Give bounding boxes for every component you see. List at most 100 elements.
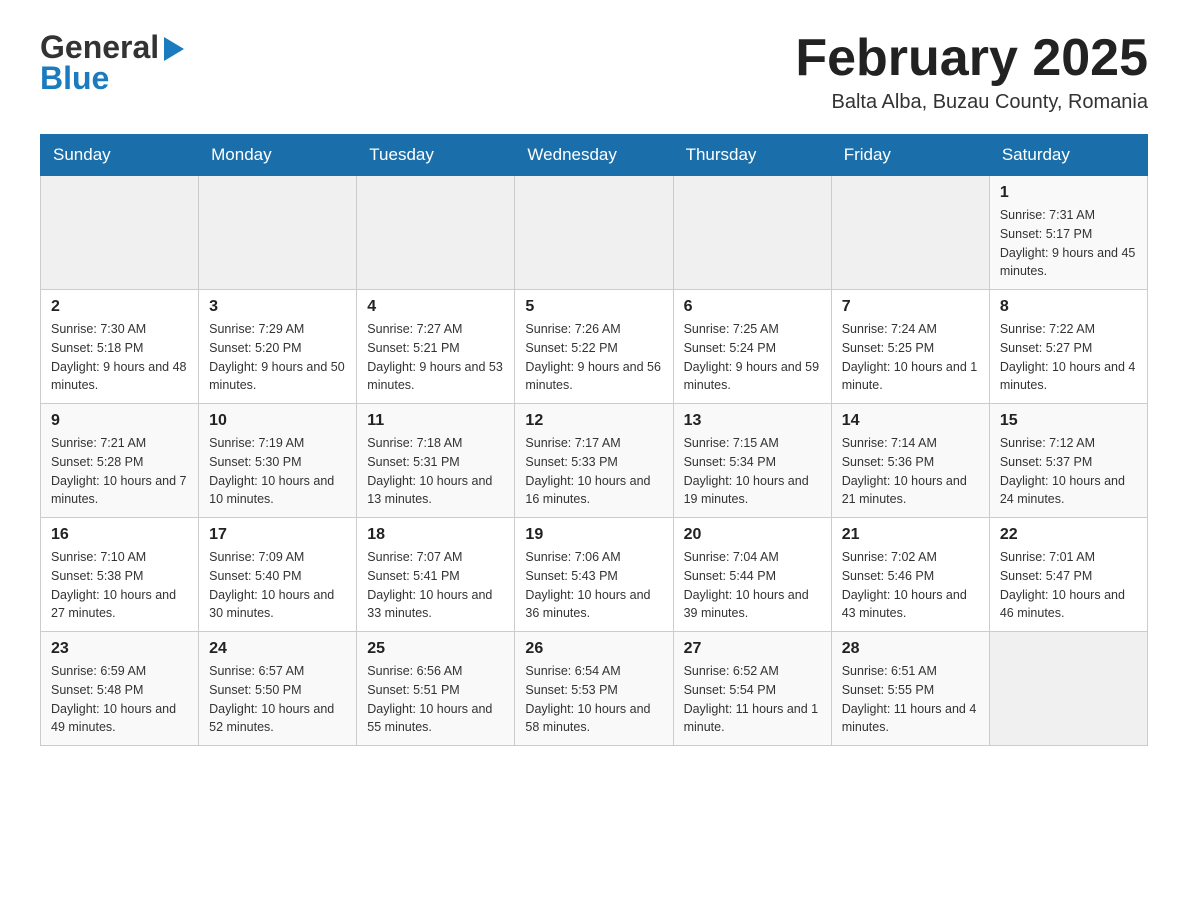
calendar-week-row: 1 Sunrise: 7:31 AMSunset: 5:17 PMDaylight… — [41, 176, 1148, 290]
location: Balta Alba, Buzau County, Romania — [795, 91, 1148, 114]
day-number: 11 — [367, 412, 504, 430]
calendar-cell — [199, 176, 357, 290]
calendar-header-row: SundayMondayTuesdayWednesdayThursdayFrid… — [41, 135, 1148, 176]
calendar-cell: 1 Sunrise: 7:31 AMSunset: 5:17 PMDaylight… — [989, 176, 1147, 290]
day-info: Sunrise: 6:54 AMSunset: 5:53 PMDaylight:… — [525, 662, 662, 737]
day-info: Sunrise: 7:24 AMSunset: 5:25 PMDaylight:… — [842, 320, 979, 395]
weekday-header-wednesday: Wednesday — [515, 135, 673, 176]
day-info: Sunrise: 7:30 AMSunset: 5:18 PMDaylight:… — [51, 320, 188, 395]
calendar-cell — [41, 176, 199, 290]
day-number: 13 — [684, 412, 821, 430]
day-number: 23 — [51, 640, 188, 658]
logo-blue: Blue — [40, 61, 109, 96]
calendar-cell: 16 Sunrise: 7:10 AMSunset: 5:38 PMDayligh… — [41, 518, 199, 632]
calendar-cell: 6 Sunrise: 7:25 AMSunset: 5:24 PMDaylight… — [673, 290, 831, 404]
calendar-cell: 12 Sunrise: 7:17 AMSunset: 5:33 PMDayligh… — [515, 404, 673, 518]
calendar-cell: 2 Sunrise: 7:30 AMSunset: 5:18 PMDaylight… — [41, 290, 199, 404]
day-info: Sunrise: 7:25 AMSunset: 5:24 PMDaylight:… — [684, 320, 821, 395]
day-number: 2 — [51, 298, 188, 316]
day-number: 1 — [1000, 184, 1137, 202]
weekday-header-thursday: Thursday — [673, 135, 831, 176]
day-info: Sunrise: 7:12 AMSunset: 5:37 PMDaylight:… — [1000, 434, 1137, 509]
day-number: 6 — [684, 298, 821, 316]
weekday-header-saturday: Saturday — [989, 135, 1147, 176]
calendar-cell — [989, 632, 1147, 746]
day-number: 28 — [842, 640, 979, 658]
title-section: February 2025 Balta Alba, Buzau County, … — [795, 30, 1148, 114]
calendar-cell: 18 Sunrise: 7:07 AMSunset: 5:41 PMDayligh… — [357, 518, 515, 632]
day-number: 10 — [209, 412, 346, 430]
calendar-cell: 4 Sunrise: 7:27 AMSunset: 5:21 PMDaylight… — [357, 290, 515, 404]
calendar-cell: 5 Sunrise: 7:26 AMSunset: 5:22 PMDaylight… — [515, 290, 673, 404]
day-info: Sunrise: 7:17 AMSunset: 5:33 PMDaylight:… — [525, 434, 662, 509]
calendar-week-row: 23 Sunrise: 6:59 AMSunset: 5:48 PMDayligh… — [41, 632, 1148, 746]
day-info: Sunrise: 7:07 AMSunset: 5:41 PMDaylight:… — [367, 548, 504, 623]
day-number: 22 — [1000, 526, 1137, 544]
calendar-cell: 8Sunrise: 7:22 AMSunset: 5:27 PMDaylight… — [989, 290, 1147, 404]
calendar-cell: 27Sunrise: 6:52 AMSunset: 5:54 PMDayligh… — [673, 632, 831, 746]
calendar-cell: 20 Sunrise: 7:04 AMSunset: 5:44 PMDayligh… — [673, 518, 831, 632]
day-info: Sunrise: 7:21 AMSunset: 5:28 PMDaylight:… — [51, 434, 188, 509]
day-info: Sunrise: 7:01 AMSunset: 5:47 PMDaylight:… — [1000, 548, 1137, 623]
calendar-cell: 10 Sunrise: 7:19 AMSunset: 5:30 PMDayligh… — [199, 404, 357, 518]
calendar-cell: 23 Sunrise: 6:59 AMSunset: 5:48 PMDayligh… — [41, 632, 199, 746]
day-info: Sunrise: 7:27 AMSunset: 5:21 PMDaylight:… — [367, 320, 504, 395]
day-info: Sunrise: 7:14 AMSunset: 5:36 PMDaylight:… — [842, 434, 979, 509]
day-number: 24 — [209, 640, 346, 658]
day-number: 15 — [1000, 412, 1137, 430]
weekday-header-monday: Monday — [199, 135, 357, 176]
calendar-cell: 21 Sunrise: 7:02 AMSunset: 5:46 PMDayligh… — [831, 518, 989, 632]
weekday-header-tuesday: Tuesday — [357, 135, 515, 176]
logo-arrow-icon — [160, 35, 188, 63]
calendar-week-row: 2 Sunrise: 7:30 AMSunset: 5:18 PMDaylight… — [41, 290, 1148, 404]
page-header: General Blue February 2025 Balta Alba, B… — [40, 30, 1148, 114]
day-info: Sunrise: 7:29 AMSunset: 5:20 PMDaylight:… — [209, 320, 346, 395]
calendar-cell: 22 Sunrise: 7:01 AMSunset: 5:47 PMDayligh… — [989, 518, 1147, 632]
calendar-cell: 25Sunrise: 6:56 AMSunset: 5:51 PMDayligh… — [357, 632, 515, 746]
calendar-cell: 7 Sunrise: 7:24 AMSunset: 5:25 PMDaylight… — [831, 290, 989, 404]
weekday-header-sunday: Sunday — [41, 135, 199, 176]
day-info: Sunrise: 7:19 AMSunset: 5:30 PMDaylight:… — [209, 434, 346, 509]
calendar-cell: 15 Sunrise: 7:12 AMSunset: 5:37 PMDayligh… — [989, 404, 1147, 518]
calendar-table: SundayMondayTuesdayWednesdayThursdayFrid… — [40, 134, 1148, 746]
day-info: Sunrise: 7:10 AMSunset: 5:38 PMDaylight:… — [51, 548, 188, 623]
calendar-cell — [831, 176, 989, 290]
day-info: Sunrise: 6:57 AMSunset: 5:50 PMDaylight:… — [209, 662, 346, 737]
day-number: 8 — [1000, 298, 1137, 316]
calendar-cell: 17Sunrise: 7:09 AMSunset: 5:40 PMDayligh… — [199, 518, 357, 632]
calendar-cell — [673, 176, 831, 290]
month-title: February 2025 — [795, 30, 1148, 87]
day-number: 21 — [842, 526, 979, 544]
day-number: 12 — [525, 412, 662, 430]
calendar-week-row: 16 Sunrise: 7:10 AMSunset: 5:38 PMDayligh… — [41, 518, 1148, 632]
day-info: Sunrise: 7:02 AMSunset: 5:46 PMDaylight:… — [842, 548, 979, 623]
day-number: 4 — [367, 298, 504, 316]
day-info: Sunrise: 6:51 AMSunset: 5:55 PMDaylight:… — [842, 662, 979, 737]
day-info: Sunrise: 6:56 AMSunset: 5:51 PMDaylight:… — [367, 662, 504, 737]
day-info: Sunrise: 6:59 AMSunset: 5:48 PMDaylight:… — [51, 662, 188, 737]
calendar-cell: 19Sunrise: 7:06 AMSunset: 5:43 PMDayligh… — [515, 518, 673, 632]
day-number: 16 — [51, 526, 188, 544]
day-number: 27 — [684, 640, 821, 658]
day-number: 18 — [367, 526, 504, 544]
calendar-cell: 24 Sunrise: 6:57 AMSunset: 5:50 PMDayligh… — [199, 632, 357, 746]
logo: General Blue — [40, 30, 188, 96]
day-number: 7 — [842, 298, 979, 316]
calendar-cell — [357, 176, 515, 290]
day-info: Sunrise: 7:09 AMSunset: 5:40 PMDaylight:… — [209, 548, 346, 623]
calendar-cell: 13 Sunrise: 7:15 AMSunset: 5:34 PMDayligh… — [673, 404, 831, 518]
day-number: 9 — [51, 412, 188, 430]
day-number: 14 — [842, 412, 979, 430]
day-info: Sunrise: 7:18 AMSunset: 5:31 PMDaylight:… — [367, 434, 504, 509]
day-info: Sunrise: 7:04 AMSunset: 5:44 PMDaylight:… — [684, 548, 821, 623]
day-number: 20 — [684, 526, 821, 544]
day-number: 3 — [209, 298, 346, 316]
day-number: 5 — [525, 298, 662, 316]
calendar-cell — [515, 176, 673, 290]
weekday-header-friday: Friday — [831, 135, 989, 176]
day-info: Sunrise: 7:31 AMSunset: 5:17 PMDaylight:… — [1000, 206, 1137, 281]
day-info: Sunrise: 7:26 AMSunset: 5:22 PMDaylight:… — [525, 320, 662, 395]
calendar-cell: 14 Sunrise: 7:14 AMSunset: 5:36 PMDayligh… — [831, 404, 989, 518]
day-info: Sunrise: 7:06 AMSunset: 5:43 PMDaylight:… — [525, 548, 662, 623]
day-info: Sunrise: 7:15 AMSunset: 5:34 PMDaylight:… — [684, 434, 821, 509]
